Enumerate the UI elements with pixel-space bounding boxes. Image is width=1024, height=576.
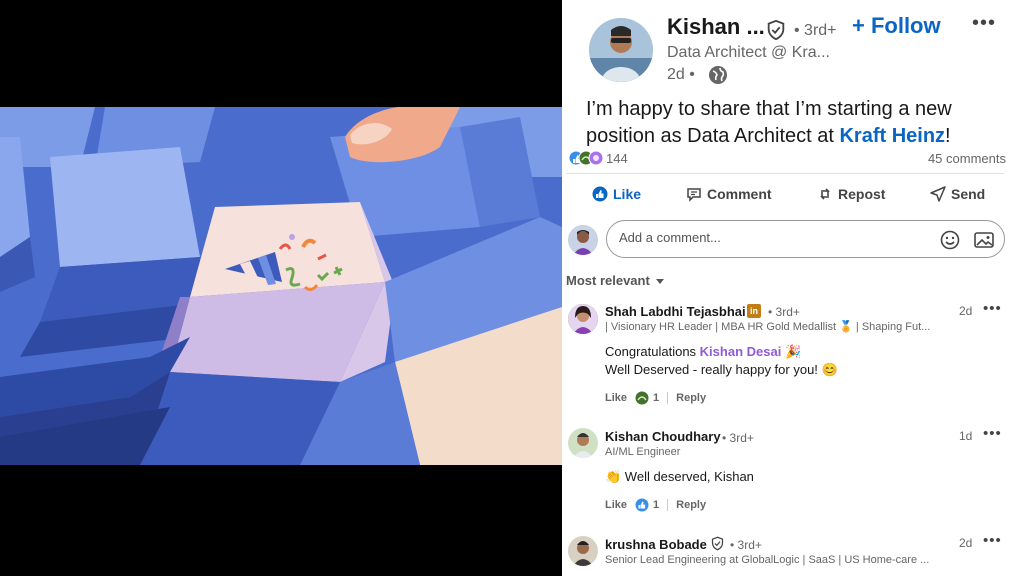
commenter-avatar[interactable] xyxy=(568,536,598,566)
company-mention-link[interactable]: Kraft Heinz xyxy=(839,125,945,147)
like-label: Like xyxy=(613,186,642,202)
comment-reaction-count[interactable]: 1 xyxy=(653,392,659,404)
connection-degree: • 3rd+ xyxy=(794,22,837,39)
comment-more-icon[interactable]: ••• xyxy=(983,425,1002,442)
emoji-icon[interactable] xyxy=(939,229,961,251)
repost-button[interactable]: Repost xyxy=(817,186,885,202)
comment-text: 👏 Well deserved, Kishan xyxy=(605,469,754,484)
repost-label: Repost xyxy=(838,186,886,202)
reactions-count[interactable]: 144 xyxy=(606,151,628,166)
commenter-degree: • 3rd+ xyxy=(730,538,762,552)
reaction-icons[interactable] xyxy=(568,150,608,166)
comment-text-line2: Well Deserved - really happy for you! 😊 xyxy=(605,362,838,377)
post-text-suffix: ! xyxy=(945,125,951,147)
more-options-icon[interactable]: ••• xyxy=(972,12,996,35)
post-panel: Kishan ... • 3rd+ + Follow ••• Data Arch… xyxy=(562,0,1024,576)
author-avatar[interactable] xyxy=(589,18,653,82)
send-icon xyxy=(930,186,946,202)
celebrate-reaction-icon xyxy=(635,391,649,405)
commenter-name[interactable]: Shah Labdhi Tejasbhai xyxy=(605,304,746,319)
comment-reply-button[interactable]: Reply xyxy=(676,392,706,404)
comment-time: 2d xyxy=(959,536,973,550)
post-time: 2d • xyxy=(667,66,695,83)
my-avatar xyxy=(568,225,598,255)
commenter-avatar[interactable] xyxy=(568,428,598,458)
comment-text-prefix: Congratulations xyxy=(605,344,700,359)
commenter-name[interactable]: Kishan Choudhary xyxy=(605,429,721,444)
globe-icon xyxy=(709,66,727,84)
comment-input[interactable] xyxy=(619,230,919,245)
linkedin-badge-icon: in xyxy=(747,304,761,318)
comments-count-link[interactable]: 45 comments xyxy=(928,151,1006,166)
caret-down-icon xyxy=(656,279,665,285)
divider xyxy=(566,173,1004,174)
comment-icon xyxy=(687,188,701,202)
sort-label: Most relevant xyxy=(566,273,650,288)
keyboard-illustration xyxy=(0,107,562,465)
comment-time: 2d xyxy=(959,304,973,318)
commenter-degree: • 3rd+ xyxy=(722,431,754,445)
thumbs-up-icon xyxy=(592,186,608,202)
post-header: Kishan ... • 3rd+ + Follow ••• Data Arch… xyxy=(562,0,1024,95)
send-label: Send xyxy=(951,186,986,202)
action-bar: Like Comment Repost Send xyxy=(562,182,1024,210)
like-button[interactable]: Like xyxy=(592,186,641,202)
verified-shield-icon xyxy=(767,19,785,41)
commenter-headline: AI/ML Engineer xyxy=(605,446,681,458)
comment-reply-button[interactable]: Reply xyxy=(676,499,706,511)
like-reaction-icon xyxy=(635,498,649,512)
verified-shield-icon xyxy=(711,536,724,551)
comment-more-icon[interactable]: ••• xyxy=(983,300,1002,317)
comment-text-suffix: 🎉 xyxy=(781,344,802,359)
mention-link[interactable]: Kishan Desai xyxy=(700,344,782,359)
comment-like-button[interactable]: Like xyxy=(605,499,627,511)
separator xyxy=(667,392,669,404)
comment-actions: Like 1 Reply xyxy=(605,498,706,512)
social-counts: 144 45 comments xyxy=(562,148,1024,170)
comment-input-box[interactable] xyxy=(606,220,1005,258)
comment-time: 1d xyxy=(959,429,973,443)
commenter-name[interactable]: krushna Bobade xyxy=(605,537,707,552)
comment-composer xyxy=(562,220,1024,262)
commenter-avatar[interactable] xyxy=(568,304,598,334)
post-image[interactable] xyxy=(0,0,562,576)
comment-like-button[interactable]: Like xyxy=(605,392,627,404)
sort-dropdown[interactable]: Most relevant xyxy=(566,273,665,288)
image-icon[interactable] xyxy=(973,229,995,251)
commenter-degree: • 3rd+ xyxy=(768,305,800,319)
author-name[interactable]: Kishan ... xyxy=(667,14,765,40)
commenter-headline: Senior Lead Engineering at GlobalLogic |… xyxy=(605,554,930,566)
comment-label: Comment xyxy=(707,186,772,202)
separator xyxy=(667,499,669,511)
commenter-headline: | Visionary HR Leader | MBA HR Gold Meda… xyxy=(605,321,931,333)
comment-actions: Like 1 Reply xyxy=(605,391,706,405)
comment-more-icon[interactable]: ••• xyxy=(983,532,1002,549)
commenter-name-text: Shah Labdhi Tejasbhai xyxy=(605,304,746,319)
follow-button[interactable]: + Follow xyxy=(852,13,941,39)
repost-icon xyxy=(820,188,830,200)
post-body: I’m happy to share that I’m starting a n… xyxy=(586,96,1006,150)
comment-text: Congratulations Kishan Desai 🎉 Well Dese… xyxy=(605,343,838,379)
send-button[interactable]: Send xyxy=(930,186,985,202)
comment-reaction-count[interactable]: 1 xyxy=(653,499,659,511)
author-headline: Data Architect @ Kra... xyxy=(667,44,830,61)
comment-button[interactable]: Comment xyxy=(686,186,772,202)
